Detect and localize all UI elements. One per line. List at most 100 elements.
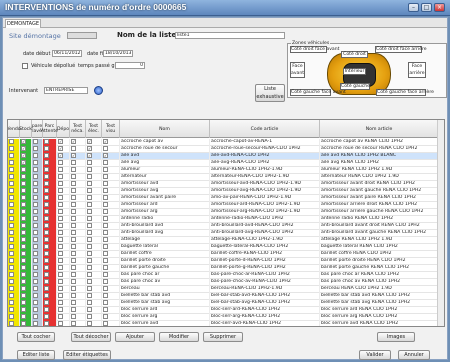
zone-interieur[interactable]: Intérieur [343,68,366,75]
checkbox[interactable]: ✓ [21,146,26,151]
status-cell-stock[interactable] [20,202,32,209]
table-row[interactable]: amortisseur avg amortisseur-avg-RENA-CLIO… [8,188,439,195]
checkbox[interactable] [33,251,38,256]
status-cell-vendu[interactable] [8,293,20,300]
checkbox[interactable] [21,230,26,235]
checkbox[interactable] [87,181,92,186]
checkbox[interactable] [71,160,76,165]
test-cell[interactable] [86,286,102,293]
checkbox[interactable] [21,314,26,319]
checkbox[interactable] [103,188,108,193]
checkbox[interactable] [9,167,14,172]
status-cell-vendu[interactable] [8,230,20,237]
checkbox[interactable] [33,265,38,270]
checkbox[interactable] [87,286,92,291]
status-cell-vendu[interactable] [8,244,20,251]
checkbox[interactable] [87,307,92,312]
test-cell[interactable] [86,181,102,188]
test-cell[interactable]: ✓ [57,153,70,160]
status-cell-parc[interactable] [43,244,57,251]
checkbox[interactable] [44,251,49,256]
checkbox[interactable] [21,300,26,305]
checkbox[interactable] [21,181,26,186]
status-cell-pare[interactable] [32,195,43,202]
test-cell[interactable] [102,272,120,279]
checkbox[interactable] [71,258,76,263]
checkbox[interactable] [87,279,92,284]
status-cell-stock[interactable]: ✓ [20,160,32,167]
status-cell-parc[interactable] [43,146,57,153]
status-cell-parc[interactable] [43,265,57,272]
checkbox[interactable] [71,237,76,242]
checkbox[interactable] [103,174,108,179]
status-cell-vendu[interactable] [8,195,20,202]
checkbox[interactable] [33,160,38,165]
table-row[interactable]: barillet porte gauche barillet-porte-g-RE… [8,265,439,272]
checkbox[interactable] [9,202,14,207]
checkbox[interactable]: ✓ [21,160,26,165]
status-cell-stock[interactable] [20,314,32,321]
status-cell-stock[interactable] [20,174,32,181]
checkbox[interactable] [21,286,26,291]
status-cell-vendu[interactable] [8,237,20,244]
checkbox[interactable] [44,237,49,242]
zone-face-avant[interactable]: Face avant [290,62,305,78]
checkbox[interactable] [44,286,49,291]
checkbox[interactable] [87,216,92,221]
status-cell-stock[interactable] [20,300,32,307]
checkbox[interactable] [103,251,108,256]
checkbox[interactable] [71,272,76,277]
status-cell-stock[interactable] [20,195,32,202]
status-cell-stock[interactable]: ✓ [20,139,32,146]
checkbox[interactable]: ✓ [87,139,92,144]
table-row[interactable]: ✓ ✓ ✓ accroche roue de secour accroche-roue-… [8,146,439,153]
checkbox[interactable] [87,237,92,242]
checkbox[interactable] [87,188,92,193]
test-cell[interactable] [102,202,120,209]
status-cell-vendu[interactable] [8,153,20,160]
checkbox[interactable] [21,209,26,214]
test-cell[interactable] [86,174,102,181]
table-row[interactable]: ✓ ✓ ✓ ✓ ✓ aile avd aile-avd-RENA-CLIO 1PH2 aile… [8,153,439,160]
status-cell-vendu[interactable] [8,174,20,181]
checkbox[interactable] [33,153,38,158]
status-cell-pare[interactable] [32,314,43,321]
checkbox[interactable] [33,174,38,179]
status-cell-vendu[interactable] [8,146,20,153]
test-cell[interactable] [70,300,86,307]
test-cell[interactable] [70,321,86,326]
table-row[interactable]: alumeur alumeur-RENA-CLIO 1PH2-1.9D alumeu… [8,167,439,174]
checkbox[interactable] [9,195,14,200]
checkbox[interactable] [44,244,49,249]
status-cell-stock[interactable] [20,223,32,230]
table-header-cell[interactable]: Dépo [57,120,70,138]
table-row[interactable]: bas pare choc ar bas-pare-choc-ar-RENA-CL… [8,272,439,279]
checkbox[interactable] [33,181,38,186]
checkbox[interactable] [71,321,76,326]
table-row[interactable]: attelage attelage-RENA-CLIO 1PH2-1.9D atte… [8,237,439,244]
checkbox[interactable] [44,195,49,200]
checkbox[interactable] [71,202,76,207]
checkbox[interactable]: ✓ [87,146,92,151]
test-cell[interactable] [70,230,86,237]
status-cell-pare[interactable] [32,202,43,209]
checkbox[interactable] [58,167,63,172]
checkbox[interactable] [58,300,63,305]
checkbox[interactable] [44,160,49,165]
test-cell[interactable] [102,321,120,326]
checkbox[interactable] [9,293,14,298]
status-cell-pare[interactable] [32,258,43,265]
supprimer-button[interactable]: Supprimer [203,332,243,342]
table-row[interactable]: ✓ ✓ ✓ ✓ ✓ accroche capot av accroche-capot-av-… [8,139,439,146]
checkbox[interactable] [21,279,26,284]
checkbox[interactable] [9,160,14,165]
test-cell[interactable] [86,202,102,209]
checkbox[interactable] [44,307,49,312]
status-cell-pare[interactable] [32,286,43,293]
test-cell[interactable] [102,230,120,237]
status-cell-vendu[interactable] [8,167,20,174]
checkbox[interactable] [21,167,26,172]
test-cell[interactable] [70,237,86,244]
checkbox[interactable] [58,251,63,256]
table-row[interactable]: amortisseur avd amortisseur-avd-RENA-CLIO… [8,181,439,188]
